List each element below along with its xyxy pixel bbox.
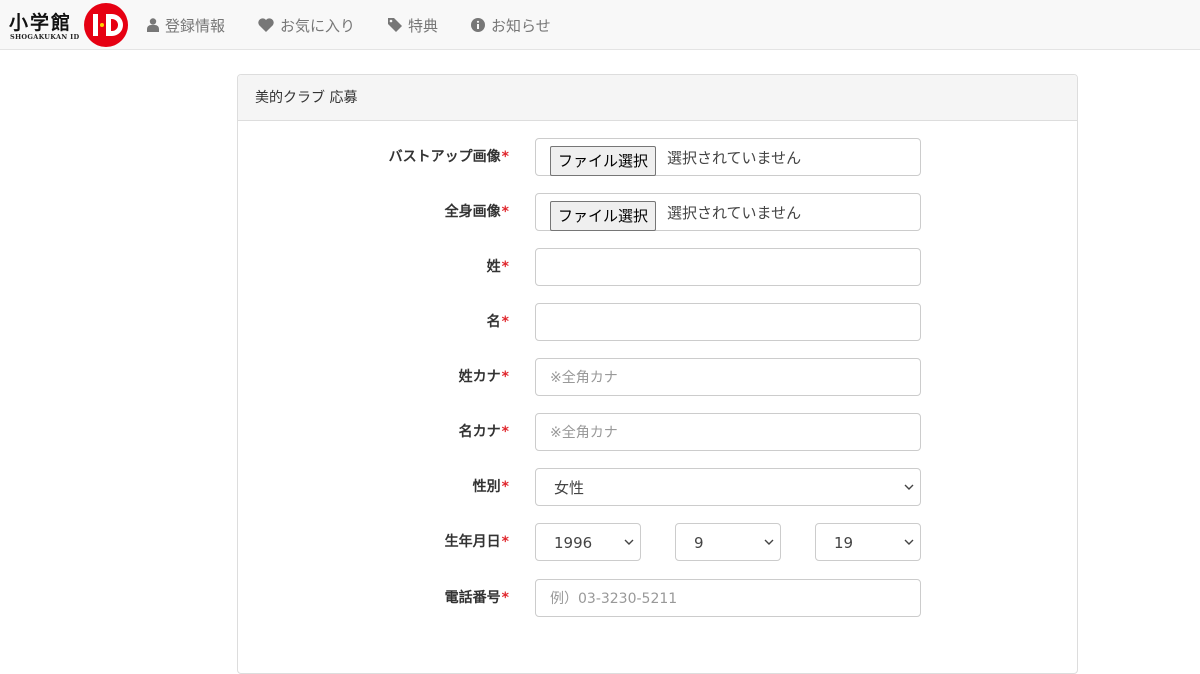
required-mark: * <box>501 369 509 385</box>
field-label: 電話番号 <box>444 590 501 606</box>
user-icon <box>147 18 159 32</box>
heart-icon <box>258 18 274 32</box>
birth-day-select[interactable]: 19 <box>815 523 921 561</box>
file-status: 選択されていません <box>667 149 802 167</box>
file-status: 選択されていません <box>667 204 802 222</box>
form-row-first-kana: 名カナ* ※全角カナ <box>238 413 1077 451</box>
last-name-input[interactable] <box>535 248 921 286</box>
full-image-file-input[interactable]: ファイル選択 選択されていません <box>535 193 921 231</box>
tag-icon <box>388 18 403 32</box>
required-mark: * <box>501 590 509 606</box>
input-placeholder: 例）03-3230-5211 <box>550 591 678 607</box>
form-row-full-image: 全身画像* ファイル選択 選択されていません <box>238 193 1077 231</box>
field-label: 生年月日 <box>444 534 501 550</box>
form-row-gender: 性別* 女性 <box>238 468 1077 506</box>
chevron-down-icon <box>904 484 914 490</box>
chevron-down-icon <box>904 539 914 545</box>
field-label: 名カナ <box>458 424 501 440</box>
brand-name: 小学館 <box>9 12 73 34</box>
panel-title: 美的クラブ 応募 <box>238 75 1077 121</box>
required-mark: * <box>501 534 509 550</box>
form-row-last-kana: 姓カナ* ※全角カナ <box>238 358 1077 396</box>
bust-image-file-input[interactable]: ファイル選択 選択されていません <box>535 138 921 176</box>
nav-label: 特典 <box>408 16 439 35</box>
file-select-button[interactable]: ファイル選択 <box>550 201 657 231</box>
field-label: 全身画像 <box>444 204 501 220</box>
nav-label: お知らせ <box>491 16 551 35</box>
application-panel: 美的クラブ 応募 バストアップ画像* ファイル選択 選択されていません 全身画像… <box>237 74 1078 674</box>
selected-value: 19 <box>834 534 854 552</box>
nav-label: お気に入り <box>280 16 356 35</box>
required-mark: * <box>501 149 509 165</box>
form-row-birthday: 生年月日* 1996 9 19 <box>238 523 1077 561</box>
input-placeholder: ※全角カナ <box>550 425 618 441</box>
field-label: 姓カナ <box>458 369 501 385</box>
brand-subtitle: SHOGAKUKAN ID <box>10 33 80 41</box>
nav-notices[interactable]: お知らせ <box>471 15 551 36</box>
required-mark: * <box>501 259 509 275</box>
chevron-down-icon <box>624 539 634 545</box>
field-label: 姓 <box>486 259 501 275</box>
nav-benefits[interactable]: 特典 <box>388 15 438 36</box>
required-mark: * <box>501 314 509 330</box>
form-row-phone: 電話番号* 例）03-3230-5211 <box>238 579 1077 617</box>
nav-favorites[interactable]: お気に入り <box>258 15 355 36</box>
info-circle-icon <box>471 18 486 32</box>
first-name-input[interactable] <box>535 303 921 341</box>
form-row-first-name: 名* <box>238 303 1077 341</box>
required-mark: * <box>501 424 509 440</box>
brand-logo[interactable]: 小学館 SHOGAKUKAN ID <box>7 2 132 48</box>
selected-value: 9 <box>694 534 704 552</box>
nav-registration[interactable]: 登録情報 <box>147 15 225 36</box>
field-label: 名 <box>486 314 501 330</box>
gender-select[interactable]: 女性 <box>535 468 921 506</box>
birth-year-select[interactable]: 1996 <box>535 523 641 561</box>
selected-value: 1996 <box>554 534 593 552</box>
field-label: 性別 <box>472 479 501 495</box>
form-row-last-name: 姓* <box>238 248 1077 286</box>
phone-input[interactable]: 例）03-3230-5211 <box>535 579 921 617</box>
last-kana-input[interactable]: ※全角カナ <box>535 358 921 396</box>
birth-month-select[interactable]: 9 <box>675 523 781 561</box>
first-kana-input[interactable]: ※全角カナ <box>535 413 921 451</box>
field-label: バストアップ画像 <box>388 149 501 165</box>
main-nav: 登録情報 お気に入り 特典 お知らせ <box>147 0 584 50</box>
input-placeholder: ※全角カナ <box>550 370 618 386</box>
file-select-button[interactable]: ファイル選択 <box>550 146 657 176</box>
id-logo-icon <box>84 3 128 47</box>
nav-label: 登録情報 <box>165 16 226 35</box>
required-mark: * <box>501 204 509 220</box>
chevron-down-icon <box>764 539 774 545</box>
form-row-bust-image: バストアップ画像* ファイル選択 選択されていません <box>238 138 1077 176</box>
top-navbar: 小学館 SHOGAKUKAN ID 登録情報 お気に入り 特典 お知らせ <box>0 0 1200 50</box>
selected-value: 女性 <box>554 479 585 497</box>
required-mark: * <box>501 479 509 495</box>
